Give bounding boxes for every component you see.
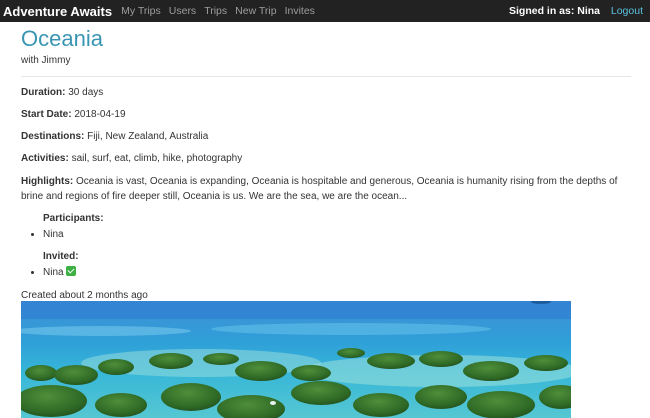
invited-label: Invited: — [43, 251, 79, 262]
activities-row: Activities: sail, surf, eat, climb, hike… — [21, 152, 629, 166]
duration-value: 30 days — [68, 87, 104, 98]
highlights-label: Highlights: — [21, 176, 74, 187]
trip-hero-image — [21, 301, 571, 418]
trip-companion: with Jimmy — [21, 55, 71, 66]
trip-title: Oceania — [21, 26, 103, 51]
nav-trips[interactable]: Trips — [204, 5, 227, 17]
invited-name: Nina — [43, 267, 64, 278]
nav-new-trip[interactable]: New Trip — [235, 5, 276, 17]
participants-heading: Participants: — [43, 212, 629, 226]
signed-in-text: Signed in as: Nina — [508, 5, 600, 17]
highlights-value: Oceania is vast, Oceania is expanding, O… — [21, 176, 618, 202]
island-photo — [21, 301, 571, 418]
start-date-label: Start Date: — [21, 109, 72, 120]
participant-item: Nina — [43, 228, 629, 242]
divider — [21, 76, 631, 77]
activities-label: Activities: — [21, 153, 69, 164]
activities-value: sail, surf, eat, climb, hike, photograph… — [71, 153, 243, 164]
start-date-row: Start Date: 2018-04-19 — [21, 108, 629, 122]
duration-row: Duration: 30 days — [21, 86, 629, 100]
nav-my-trips[interactable]: My Trips — [121, 5, 161, 17]
brand-link[interactable]: Adventure Awaits — [3, 4, 112, 19]
start-date-value: 2018-04-19 — [74, 109, 126, 120]
navbar: Adventure Awaits My Trips Users Trips Ne… — [0, 0, 650, 22]
participants-list: Nina — [21, 228, 629, 242]
highlights-row: Highlights: Oceania is vast, Oceania is … — [21, 174, 629, 204]
invited-item: Nina — [43, 266, 629, 280]
main-nav: My Trips Users Trips New Trip Invites — [117, 5, 319, 17]
invited-heading: Invited: — [43, 250, 629, 264]
nav-users[interactable]: Users — [169, 5, 196, 17]
logout-link[interactable]: Logout — [611, 0, 643, 22]
check-mark-icon — [66, 266, 77, 276]
nav-invites[interactable]: Invites — [285, 5, 315, 17]
duration-label: Duration: — [21, 87, 66, 98]
destinations-label: Destinations: — [21, 131, 85, 142]
participants-label: Participants: — [43, 213, 104, 224]
destinations-value: Fiji, New Zealand, Australia — [87, 131, 209, 142]
trip-content: Oceania with Jimmy Duration: 30 days Sta… — [0, 25, 650, 303]
invited-list: Nina — [21, 266, 629, 280]
destinations-row: Destinations: Fiji, New Zealand, Austral… — [21, 130, 629, 144]
